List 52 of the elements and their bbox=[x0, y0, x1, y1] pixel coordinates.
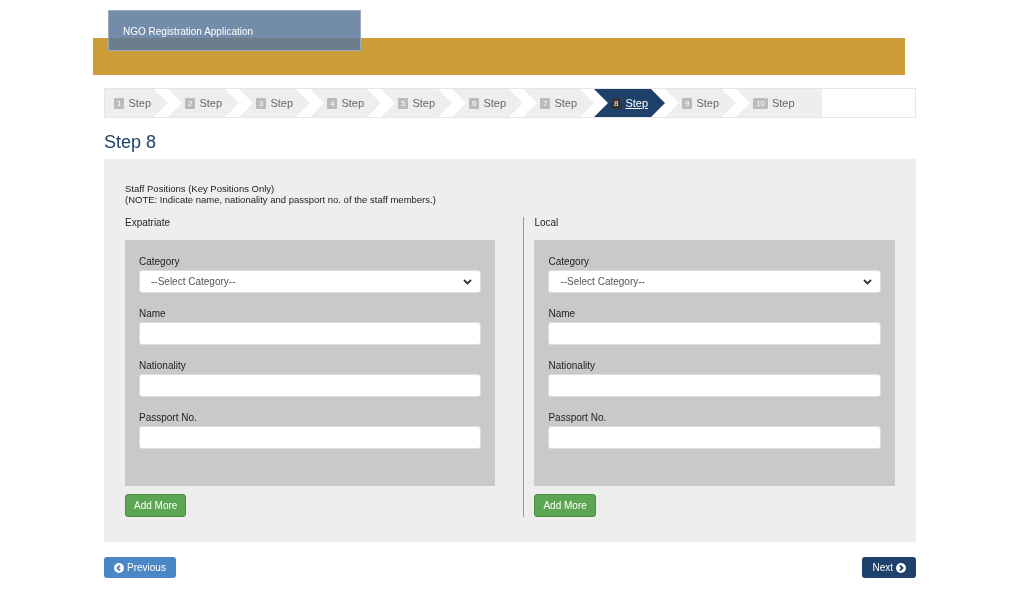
step-label: Step bbox=[554, 97, 578, 109]
page-heading: Step 8 bbox=[104, 132, 158, 153]
input-field[interactable] bbox=[139, 322, 481, 345]
input-field[interactable] bbox=[548, 322, 881, 345]
step-number: 1 bbox=[114, 97, 125, 109]
step-number: 5 bbox=[398, 97, 409, 109]
field-label: Category bbox=[548, 256, 590, 267]
step-tab[interactable]: 7 Step bbox=[523, 89, 594, 117]
step-number: 8 bbox=[611, 97, 622, 109]
add-more-button[interactable]: Add More bbox=[125, 494, 187, 517]
input-field[interactable] bbox=[139, 374, 481, 397]
next-button[interactable]: Next bbox=[862, 557, 916, 578]
step-number: 7 bbox=[540, 97, 551, 109]
intro-text: (NOTE: Indicate name, nationality and passport no. of the staff members.) bbox=[125, 194, 437, 205]
step-number: 10 bbox=[753, 97, 768, 109]
chevron-icon bbox=[863, 278, 872, 285]
add-more-button[interactable]: Add More bbox=[534, 494, 596, 517]
field-label: Passport No. bbox=[548, 412, 608, 423]
step-label: Step bbox=[128, 97, 152, 109]
field-label: Category bbox=[139, 256, 181, 267]
app-title: NGO Registration Application bbox=[108, 10, 361, 51]
intro-text: Staff Positions (Key Positions Only) bbox=[125, 183, 276, 194]
category-select[interactable]: --Select Category-- bbox=[139, 270, 481, 293]
field-label: Passport No. bbox=[139, 412, 198, 423]
field-label: Name bbox=[548, 308, 577, 319]
step-label: Step bbox=[625, 97, 649, 109]
step-label: Step bbox=[696, 97, 720, 109]
step-number: 6 bbox=[469, 97, 480, 109]
field-label: Nationality bbox=[548, 360, 597, 371]
step-tab[interactable]: 1 Step bbox=[105, 89, 168, 117]
section-heading: Local bbox=[534, 217, 560, 228]
step-tab[interactable]: 10 Step bbox=[736, 89, 822, 117]
field-label: Nationality bbox=[139, 360, 187, 371]
step-tab[interactable]: 6 Step bbox=[452, 89, 523, 117]
input-field[interactable] bbox=[548, 374, 881, 397]
left-circle-icon bbox=[114, 562, 124, 573]
category-select[interactable]: --Select Category-- bbox=[548, 270, 881, 293]
step-label: Step bbox=[199, 97, 223, 109]
step-label: Step bbox=[270, 97, 294, 109]
step-tab[interactable]: 8 Step bbox=[594, 89, 665, 117]
step-tab[interactable]: 5 Step bbox=[381, 89, 452, 117]
step-label: Step bbox=[341, 97, 365, 109]
field-label: Name bbox=[139, 308, 167, 319]
step-label: Step bbox=[412, 97, 436, 109]
step-label: Step bbox=[483, 97, 507, 109]
section-heading: Expatriate bbox=[125, 217, 172, 228]
previous-button[interactable]: Previous bbox=[104, 557, 176, 578]
input-field[interactable] bbox=[139, 426, 481, 449]
chevron-icon bbox=[463, 278, 472, 285]
step-label: Step bbox=[771, 97, 795, 109]
input-field[interactable] bbox=[548, 426, 881, 449]
right-circle-icon bbox=[896, 562, 906, 573]
